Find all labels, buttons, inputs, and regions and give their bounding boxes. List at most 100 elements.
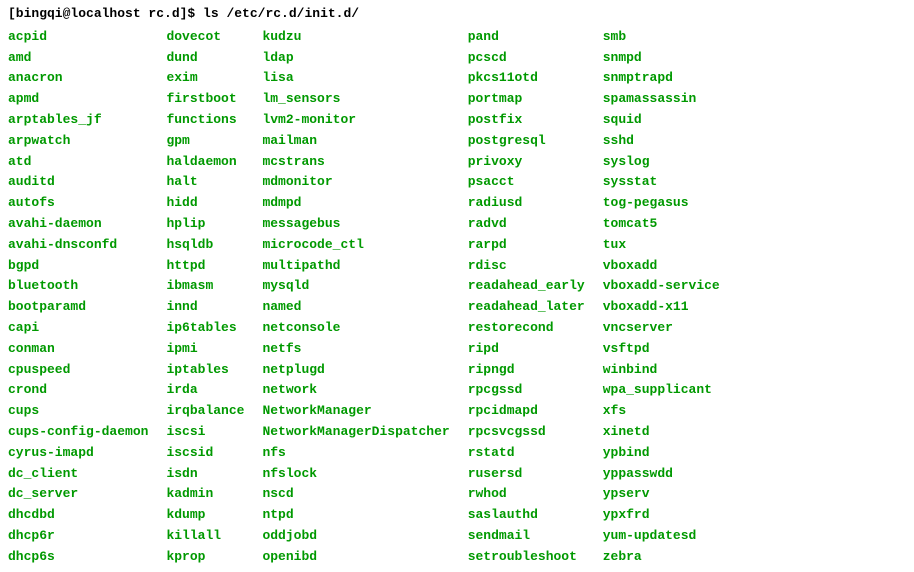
list-item: ripd (468, 339, 603, 360)
list-item: postgresql (468, 131, 603, 152)
list-item: lvm2-monitor (262, 110, 467, 131)
list-item: squid (603, 110, 720, 131)
list-item: vboxadd-service (603, 276, 720, 297)
list-item: microcode_ctl (262, 235, 467, 256)
list-item: pkcs11otd (468, 68, 603, 89)
list-item: psacct (468, 172, 603, 193)
list-item: ntpd (262, 505, 467, 526)
list-item: hsqldb (166, 235, 262, 256)
list-item: tux (603, 235, 720, 256)
list-item: named (262, 297, 467, 318)
list-item: cyrus-imapd (8, 443, 166, 464)
list-item: rstatd (468, 443, 603, 464)
list-item: winbind (603, 360, 720, 381)
list-item: ipmi (166, 339, 262, 360)
list-item: avahi-daemon (8, 214, 166, 235)
list-item: ibmasm (166, 276, 262, 297)
list-item: messagebus (262, 214, 467, 235)
list-item: saslauthd (468, 505, 603, 526)
list-item: halt (166, 172, 262, 193)
list-item: oddjobd (262, 526, 467, 547)
list-item: snmpd (603, 48, 720, 69)
list-item: xinetd (603, 422, 720, 443)
list-item: conman (8, 339, 166, 360)
list-item: lisa (262, 68, 467, 89)
list-item: kprop (166, 547, 262, 568)
list-item: network (262, 380, 467, 401)
listing-column-3: pand pcscd pkcs11otd portmap postfix pos… (468, 27, 603, 568)
list-item: arptables_jf (8, 110, 166, 131)
list-item: yum-updatesd (603, 526, 720, 547)
list-item: vsftpd (603, 339, 720, 360)
list-item: xfs (603, 401, 720, 422)
list-item: sshd (603, 131, 720, 152)
listing-column-0: acpid amd anacron apmd arptables_jf arpw… (8, 27, 166, 568)
list-item: ip6tables (166, 318, 262, 339)
list-item: tomcat5 (603, 214, 720, 235)
list-item: spamassassin (603, 89, 720, 110)
list-item: privoxy (468, 152, 603, 173)
list-item: dhcdbd (8, 505, 166, 526)
list-item: snmptrapd (603, 68, 720, 89)
list-item: haldaemon (166, 152, 262, 173)
list-item: rarpd (468, 235, 603, 256)
list-item: yppasswdd (603, 464, 720, 485)
list-item: zebra (603, 547, 720, 568)
list-item: apmd (8, 89, 166, 110)
list-item: irda (166, 380, 262, 401)
list-item: dovecot (166, 27, 262, 48)
prompt-user-host: [bingqi@localhost rc.d]$ (8, 6, 203, 21)
listing-column-4: smb snmpd snmptrapd spamassassin squid s… (603, 27, 720, 568)
list-item: sendmail (468, 526, 603, 547)
list-item: ypbind (603, 443, 720, 464)
list-item: iptables (166, 360, 262, 381)
list-item: cups-config-daemon (8, 422, 166, 443)
list-item: hplip (166, 214, 262, 235)
list-item: functions (166, 110, 262, 131)
directory-listing: acpid amd anacron apmd arptables_jf arpw… (8, 27, 906, 568)
list-item: restorecond (468, 318, 603, 339)
list-item: bgpd (8, 256, 166, 277)
list-item: pcscd (468, 48, 603, 69)
list-item: rdisc (468, 256, 603, 277)
list-item: gpm (166, 131, 262, 152)
list-item: rpcsvcgssd (468, 422, 603, 443)
list-item: readahead_later (468, 297, 603, 318)
list-item: cpuspeed (8, 360, 166, 381)
list-item: rusersd (468, 464, 603, 485)
list-item: kdump (166, 505, 262, 526)
list-item: rwhod (468, 484, 603, 505)
list-item: tog-pegasus (603, 193, 720, 214)
list-item: killall (166, 526, 262, 547)
list-item: mdmonitor (262, 172, 467, 193)
list-item: dhcp6s (8, 547, 166, 568)
list-item: nfslock (262, 464, 467, 485)
list-item: cups (8, 401, 166, 422)
list-item: crond (8, 380, 166, 401)
list-item: vncserver (603, 318, 720, 339)
list-item: rpcgssd (468, 380, 603, 401)
list-item: iscsi (166, 422, 262, 443)
listing-column-2: kudzu ldap lisa lm_sensors lvm2-monitor … (262, 27, 467, 568)
list-item: dund (166, 48, 262, 69)
list-item: mysqld (262, 276, 467, 297)
list-item: kudzu (262, 27, 467, 48)
list-item: mcstrans (262, 152, 467, 173)
list-item: rpcidmapd (468, 401, 603, 422)
list-item: wpa_supplicant (603, 380, 720, 401)
listing-column-1: dovecot dund exim firstboot functions gp… (166, 27, 262, 568)
list-item: avahi-dnsconfd (8, 235, 166, 256)
list-item: ypxfrd (603, 505, 720, 526)
list-item: innd (166, 297, 262, 318)
list-item: lm_sensors (262, 89, 467, 110)
list-item: netfs (262, 339, 467, 360)
list-item: amd (8, 48, 166, 69)
list-item: exim (166, 68, 262, 89)
list-item: dc_client (8, 464, 166, 485)
list-item: capi (8, 318, 166, 339)
list-item: ldap (262, 48, 467, 69)
list-item: kadmin (166, 484, 262, 505)
list-item: NetworkManager (262, 401, 467, 422)
list-item: NetworkManagerDispatcher (262, 422, 467, 443)
list-item: firstboot (166, 89, 262, 110)
